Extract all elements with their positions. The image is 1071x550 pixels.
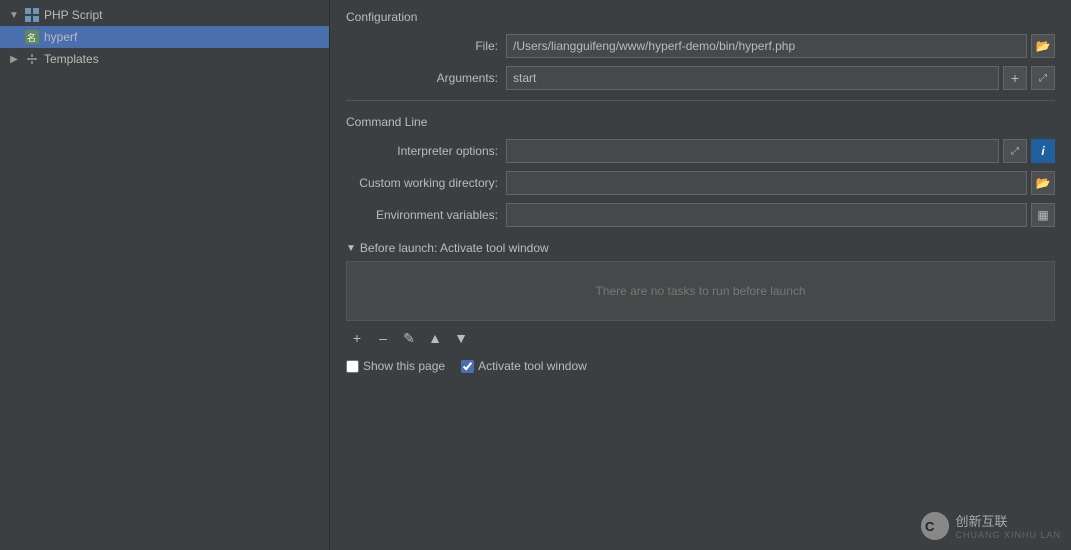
activate-tool-window-checkbox-row: Activate tool window bbox=[461, 359, 587, 373]
show-page-checkbox[interactable] bbox=[346, 360, 359, 373]
file-row: File: 📂 bbox=[346, 34, 1055, 58]
left-panel: ▼ PHP Script ▶ 名 hyperf bbox=[0, 0, 330, 550]
php-script-arrow: ▼ bbox=[6, 7, 22, 23]
env-vars-edit-button[interactable]: ▦ bbox=[1031, 203, 1055, 227]
before-launch-title: Before launch: Activate tool window bbox=[360, 241, 549, 255]
env-vars-input[interactable] bbox=[506, 203, 1027, 227]
php-script-icon bbox=[24, 7, 40, 23]
launch-remove-button[interactable]: – bbox=[372, 327, 394, 349]
env-vars-wrapper: ▦ bbox=[506, 203, 1055, 227]
tree-item-php-script[interactable]: ▼ PHP Script bbox=[0, 4, 329, 26]
command-line-title: Command Line bbox=[346, 115, 1055, 129]
launch-up-button[interactable]: ▲ bbox=[424, 327, 446, 349]
bottom-bar: Show this page Activate tool window bbox=[346, 359, 1055, 373]
folder-icon-2: 📂 bbox=[1036, 176, 1051, 190]
svg-text:C: C bbox=[925, 519, 935, 534]
working-directory-input[interactable] bbox=[506, 171, 1027, 195]
launch-toolbar: + – ✎ ▲ ▼ bbox=[346, 327, 1055, 349]
hyperf-icon: 名 bbox=[24, 29, 40, 45]
arguments-input[interactable] bbox=[506, 66, 999, 90]
interpreter-expand-button[interactable]: ⤢ bbox=[1003, 139, 1027, 163]
env-vars-label: Environment variables: bbox=[346, 208, 506, 222]
interpreter-options-wrapper: ⤢ i bbox=[506, 139, 1055, 163]
info-icon: i bbox=[1041, 144, 1044, 158]
watermark-logo: C bbox=[921, 512, 949, 540]
no-tasks-text: There are no tasks to run before launch bbox=[595, 284, 805, 298]
arguments-row: Arguments: + ⤢ bbox=[346, 66, 1055, 90]
templates-arrow: ▶ bbox=[6, 51, 22, 67]
arguments-input-wrapper: + ⤢ bbox=[506, 66, 1055, 90]
launch-edit-button[interactable]: ✎ bbox=[398, 327, 420, 349]
expand-icon-2: ⤢ bbox=[1011, 146, 1019, 157]
launch-tasks-box: There are no tasks to run before launch bbox=[346, 261, 1055, 321]
hyperf-label: hyperf bbox=[44, 30, 77, 44]
activate-tool-window-checkbox[interactable] bbox=[461, 360, 474, 373]
file-browse-button[interactable]: 📂 bbox=[1031, 34, 1055, 58]
launch-add-button[interactable]: + bbox=[346, 327, 368, 349]
show-page-checkbox-row: Show this page bbox=[346, 359, 445, 373]
tree-item-hyperf[interactable]: ▶ 名 hyperf bbox=[0, 26, 329, 48]
before-launch-section: ▼ Before launch: Activate tool window Th… bbox=[346, 241, 1055, 373]
activate-tool-window-label[interactable]: Activate tool window bbox=[478, 359, 587, 373]
command-line-section: Command Line Interpreter options: ⤢ i Cu… bbox=[346, 115, 1055, 227]
interpreter-options-label: Interpreter options: bbox=[346, 144, 506, 158]
configuration-section: Configuration File: 📂 Arguments: + bbox=[346, 10, 1055, 90]
working-directory-label: Custom working directory: bbox=[346, 176, 506, 190]
watermark-main-text: 创新互联 bbox=[955, 511, 1061, 530]
collapse-arrow-icon: ▼ bbox=[346, 243, 356, 254]
arguments-label: Arguments: bbox=[346, 71, 506, 85]
svg-text:名: 名 bbox=[27, 32, 36, 43]
before-launch-header[interactable]: ▼ Before launch: Activate tool window bbox=[346, 241, 1055, 255]
file-label: File: bbox=[346, 39, 506, 53]
interpreter-options-row: Interpreter options: ⤢ i bbox=[346, 139, 1055, 163]
configuration-title: Configuration bbox=[346, 10, 1055, 24]
working-directory-browse-button[interactable]: 📂 bbox=[1031, 171, 1055, 195]
templates-icon bbox=[24, 51, 40, 67]
interpreter-info-button[interactable]: i bbox=[1031, 139, 1055, 163]
interpreter-options-input[interactable] bbox=[506, 139, 999, 163]
tree-item-templates[interactable]: ▶ Templates bbox=[0, 48, 329, 70]
divider-1 bbox=[346, 100, 1055, 101]
templates-label: Templates bbox=[44, 52, 99, 66]
working-directory-wrapper: 📂 bbox=[506, 171, 1055, 195]
expand-icon: ⤢ bbox=[1039, 73, 1047, 84]
php-script-label: PHP Script bbox=[44, 8, 102, 22]
arguments-expand-button[interactable]: ⤢ bbox=[1031, 66, 1055, 90]
env-vars-row: Environment variables: ▦ bbox=[346, 203, 1055, 227]
working-directory-row: Custom working directory: 📂 bbox=[346, 171, 1055, 195]
watermark-sub-text: CHUANG XINHU LAN bbox=[955, 530, 1061, 540]
file-input-wrapper: 📂 bbox=[506, 34, 1055, 58]
arguments-add-button[interactable]: + bbox=[1003, 66, 1027, 90]
table-icon: ▦ bbox=[1037, 208, 1048, 222]
right-panel: Configuration File: 📂 Arguments: + bbox=[330, 0, 1071, 550]
watermark-text: 创新互联 CHUANG XINHU LAN bbox=[955, 511, 1061, 540]
file-input[interactable] bbox=[506, 34, 1027, 58]
watermark: C 创新互联 CHUANG XINHU LAN bbox=[921, 511, 1061, 540]
launch-down-button[interactable]: ▼ bbox=[450, 327, 472, 349]
folder-icon: 📂 bbox=[1036, 39, 1051, 53]
show-page-label[interactable]: Show this page bbox=[363, 359, 445, 373]
